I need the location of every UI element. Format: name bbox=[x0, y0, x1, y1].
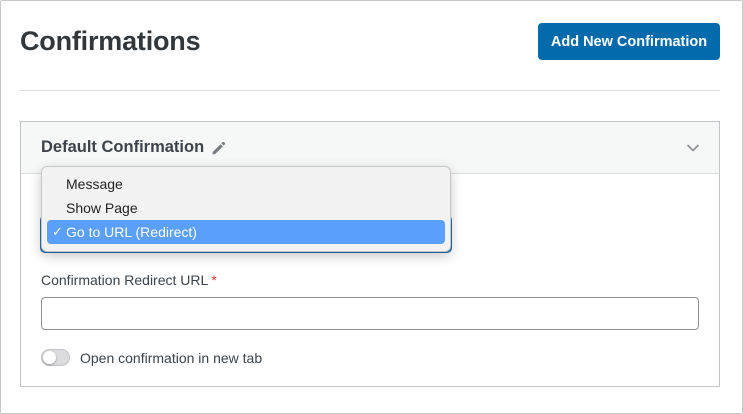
pencil-icon[interactable] bbox=[210, 139, 228, 157]
new-tab-toggle-label: Open confirmation in new tab bbox=[80, 350, 263, 366]
panel-title: Default Confirmation bbox=[41, 138, 205, 156]
chevron-down-icon[interactable] bbox=[686, 141, 700, 155]
toggle-knob bbox=[43, 351, 56, 364]
page-title: Confirmations bbox=[20, 26, 201, 56]
checkmark-icon: ✓ bbox=[52, 224, 63, 239]
new-tab-toggle[interactable] bbox=[41, 349, 70, 366]
header-divider bbox=[20, 90, 720, 91]
confirmation-panel: Default Confirmation Confirmation Redire… bbox=[20, 121, 720, 387]
dropdown-option-label: Go to URL (Redirect) bbox=[66, 224, 197, 240]
dropdown-option-message[interactable]: Message bbox=[47, 172, 445, 196]
redirect-url-label-text: Confirmation Redirect URL bbox=[41, 272, 209, 288]
add-new-confirmation-button[interactable]: Add New Confirmation bbox=[538, 23, 720, 60]
required-marker: * bbox=[211, 272, 217, 288]
dropdown-option-label: Show Page bbox=[66, 200, 138, 216]
redirect-url-label: Confirmation Redirect URL * bbox=[41, 272, 217, 288]
dropdown-option-redirect[interactable]: ✓ Go to URL (Redirect) bbox=[47, 220, 445, 244]
dropdown-option-show-page[interactable]: Show Page bbox=[47, 196, 445, 220]
redirect-url-input[interactable] bbox=[41, 297, 699, 330]
confirmation-type-dropdown-menu: Message Show Page ✓ Go to URL (Redirect) bbox=[41, 166, 451, 252]
dropdown-option-label: Message bbox=[66, 176, 123, 192]
